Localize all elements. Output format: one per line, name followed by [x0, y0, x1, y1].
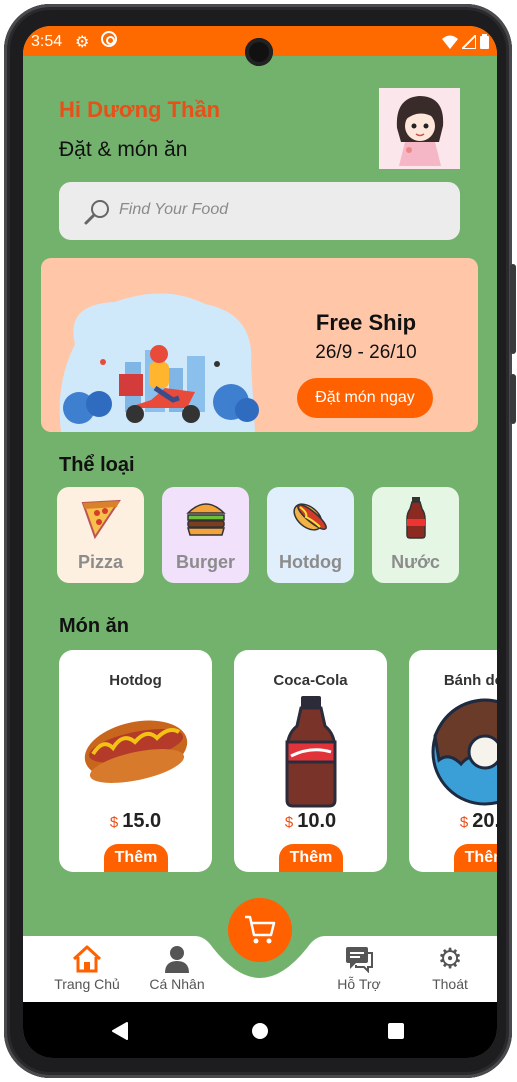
- home-circle-icon[interactable]: [251, 1022, 269, 1040]
- status-icons: [442, 34, 489, 49]
- status-time: 3:54: [31, 33, 63, 50]
- category-label: Nước: [391, 552, 440, 572]
- cart-button[interactable]: [228, 898, 292, 962]
- foods-title: Món ăn: [59, 615, 129, 637]
- food-card[interactable]: Bánh donut $20.0 Thêm: [409, 650, 497, 872]
- pizza-icon: [81, 499, 121, 540]
- hotdog-icon: [292, 503, 327, 531]
- nav-home[interactable]: Trang Chủ: [47, 944, 127, 992]
- nav-logout[interactable]: ⚙ Thoát: [410, 943, 490, 993]
- avatar-girl-icon: [379, 88, 460, 169]
- cola-bottle-image: [285, 696, 336, 808]
- person-icon: [165, 946, 189, 973]
- android-nav-bar: [23, 1002, 497, 1058]
- battery-icon: [480, 34, 489, 49]
- category-pizza[interactable]: Pizza: [57, 487, 144, 583]
- category-drinks[interactable]: Nước: [372, 487, 459, 583]
- volume-button: [510, 264, 516, 354]
- food-card[interactable]: Coca-Cola $10.0 Thêm: [234, 650, 387, 872]
- promo-banner: Free Ship 26/9 - 26/10 Đặt món ngay: [41, 258, 478, 432]
- category-hotdog[interactable]: Hotdog: [267, 487, 354, 583]
- category-label: Burger: [175, 552, 235, 572]
- category-burger[interactable]: Burger: [162, 487, 249, 583]
- power-button: [510, 374, 516, 424]
- avatar[interactable]: [379, 88, 460, 169]
- front-camera: [245, 38, 273, 66]
- donut-image: [431, 698, 497, 806]
- nav-profile[interactable]: Cá Nhân: [137, 944, 217, 992]
- nav-support[interactable]: Hỗ Trợ: [319, 944, 399, 992]
- settings-gear-icon: ⚙: [75, 34, 90, 51]
- category-label: Hotdog: [279, 552, 342, 572]
- food-price: $15.0: [109, 810, 162, 832]
- food-name: Hotdog: [109, 672, 162, 689]
- nav-label: Hỗ Trợ: [337, 976, 381, 992]
- gear-icon: ⚙: [437, 943, 463, 974]
- categories-title: Thể loại: [59, 454, 135, 476]
- search-input[interactable]: Find Your Food: [119, 201, 228, 219]
- burger-icon: [185, 503, 226, 536]
- wifi-icon: [442, 35, 458, 49]
- food-price: $10.0: [284, 810, 337, 832]
- hotdog-image: [84, 720, 187, 783]
- food-card[interactable]: Hotdog $15.0 Thêm: [59, 650, 212, 872]
- food-price: $20.0: [459, 810, 497, 832]
- banner-date-range: 26/9 - 26/10: [315, 342, 417, 363]
- notification-icon: [101, 31, 117, 47]
- cola-bottle-icon: [405, 497, 426, 539]
- app-screen: 3:54 ⚙ Hi Dương Thần Đặt & món ăn Find Y…: [23, 26, 497, 1058]
- search-bar[interactable]: Find Your Food: [59, 182, 460, 240]
- nav-label: Thoát: [432, 976, 468, 992]
- nav-label: Trang Chủ: [54, 976, 120, 992]
- recents-icon[interactable]: [387, 1022, 405, 1040]
- phone-frame: 3:54 ⚙ Hi Dương Thần Đặt & món ăn Find Y…: [4, 4, 516, 1078]
- page-subtitle: Đặt & món ăn: [59, 138, 188, 161]
- home-icon: [72, 945, 102, 973]
- food-name: Bánh donut: [443, 672, 497, 689]
- order-now-button[interactable]: Đặt món ngay: [297, 378, 433, 418]
- delivery-scooter-illustration: [59, 293, 259, 432]
- add-to-cart-button[interactable]: Thêm: [454, 844, 497, 872]
- greeting-text: Hi Dương Thần: [59, 97, 221, 122]
- banner-title: Free Ship: [315, 310, 417, 335]
- cart-icon: [245, 915, 276, 944]
- signal-icon: [462, 34, 476, 49]
- back-icon[interactable]: [111, 1022, 129, 1040]
- nav-label: Cá Nhân: [149, 976, 205, 992]
- add-to-cart-button[interactable]: Thêm: [104, 844, 168, 872]
- search-icon: [84, 200, 109, 225]
- category-label: Pizza: [77, 552, 124, 572]
- food-name: Coca-Cola: [273, 672, 348, 689]
- status-bar: 3:54 ⚙: [23, 26, 497, 66]
- chat-icon: [346, 947, 373, 973]
- add-to-cart-button[interactable]: Thêm: [279, 844, 343, 872]
